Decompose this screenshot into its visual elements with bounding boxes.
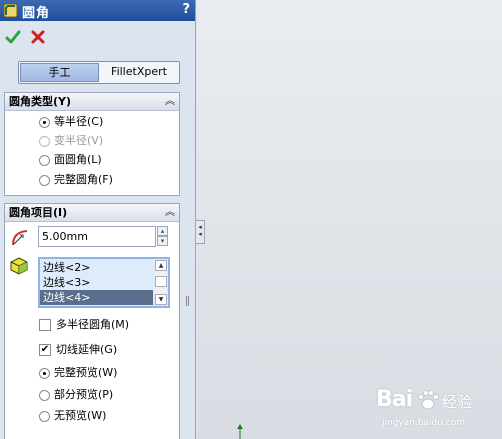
paw-icon <box>418 390 439 410</box>
radio-label: 部分预览(P) <box>54 388 114 401</box>
list-item[interactable]: 边线<3> <box>40 275 153 290</box>
cancel-x-icon[interactable] <box>31 30 45 44</box>
collapse-icon[interactable]: ︽ <box>165 93 175 111</box>
radio-label: 面圆角(L) <box>54 153 102 166</box>
fillet-type-title: 圆角类型(Y) <box>9 95 72 108</box>
list-item[interactable]: 边线<2> <box>40 260 153 275</box>
scroll-thumb[interactable] <box>155 276 167 287</box>
fillet-property-manager: 圆角 ? 手工 FilletXpert 圆角类型(Y) ︽ 等半径(C) 变半径… <box>0 0 196 439</box>
fillet-items-group: 圆角项目(I) ︽ 5.00mm ▴ ▾ 边线<2> 边线<3> 边线<4> ▲… <box>4 203 180 439</box>
radio-label: 等半径(C) <box>54 115 104 128</box>
fillet-items-header[interactable]: 圆角项目(I) ︽ <box>5 204 179 222</box>
title-bar: 圆角 ? <box>0 0 195 21</box>
radio-button <box>39 136 50 147</box>
radio-label: 变半径(V) <box>54 134 104 147</box>
scroll-down-icon[interactable]: ▼ <box>155 294 167 305</box>
radius-input[interactable]: 5.00mm <box>38 226 156 247</box>
fillet-items-title: 圆角项目(I) <box>9 206 68 219</box>
checkbox[interactable] <box>39 319 51 331</box>
radio-label: 完整圆角(F) <box>54 173 113 186</box>
panel-splitter-handle[interactable]: ◂ ◂ <box>196 220 205 244</box>
collapse-icon[interactable]: ︽ <box>165 204 175 222</box>
watermark-logo: Bai 经验 jingyan.baidu.com <box>358 383 498 437</box>
help-button[interactable]: ? <box>182 2 190 17</box>
panel-title: 圆角 <box>22 6 51 21</box>
checkbox-label: 切线延伸(G) <box>56 343 118 356</box>
ok-checkmark-icon[interactable] <box>5 29 21 45</box>
fillet-type-header[interactable]: 圆角类型(Y) ︽ <box>5 93 179 111</box>
radio-button[interactable] <box>39 368 50 379</box>
radio-button[interactable] <box>39 175 50 186</box>
scroll-grip[interactable] <box>186 296 189 306</box>
watermark-brand-tail: 经验 <box>442 393 473 411</box>
radius-icon <box>12 230 28 246</box>
edge-selection-icon <box>10 257 28 275</box>
scroll-up-icon[interactable]: ▲ <box>155 260 167 271</box>
watermark-url: jingyan.baidu.com <box>382 418 466 428</box>
fillet-type-group: 圆角类型(Y) ︽ 等半径(C) 变半径(V) 面圆角(L) 完整圆角(F) <box>4 92 180 196</box>
radio-button[interactable] <box>39 155 50 166</box>
radius-spinner: ▴ ▾ <box>157 226 169 247</box>
radio-label: 无预览(W) <box>54 409 107 422</box>
checkbox[interactable]: ✔ <box>39 344 51 356</box>
spin-down-button[interactable]: ▾ <box>157 236 168 246</box>
radio-button[interactable] <box>39 411 50 422</box>
watermark-brand: Bai <box>376 387 413 412</box>
radio-button[interactable] <box>39 390 50 401</box>
tab-manual[interactable]: 手工 <box>20 63 99 82</box>
radio-label: 完整预览(W) <box>54 366 118 379</box>
spin-up-button[interactable]: ▴ <box>157 226 168 236</box>
mode-tabs: 手工 FilletXpert <box>18 61 180 84</box>
axis-triad-icon <box>237 424 243 439</box>
checkbox-label: 多半径圆角(M) <box>56 318 130 331</box>
edge-selection-list[interactable]: 边线<2> 边线<3> 边线<4> ▲ ▼ <box>38 257 170 308</box>
radio-button[interactable] <box>39 117 50 128</box>
graphics-viewport[interactable] <box>197 0 502 439</box>
fillet-icon <box>3 3 18 18</box>
list-item-selected[interactable]: 边线<4> <box>40 290 153 305</box>
tab-filletxpert[interactable]: FilletXpert <box>100 63 178 82</box>
list-scrollbar[interactable]: ▲ ▼ <box>155 260 167 305</box>
panel-scrollbar[interactable] <box>182 92 194 439</box>
